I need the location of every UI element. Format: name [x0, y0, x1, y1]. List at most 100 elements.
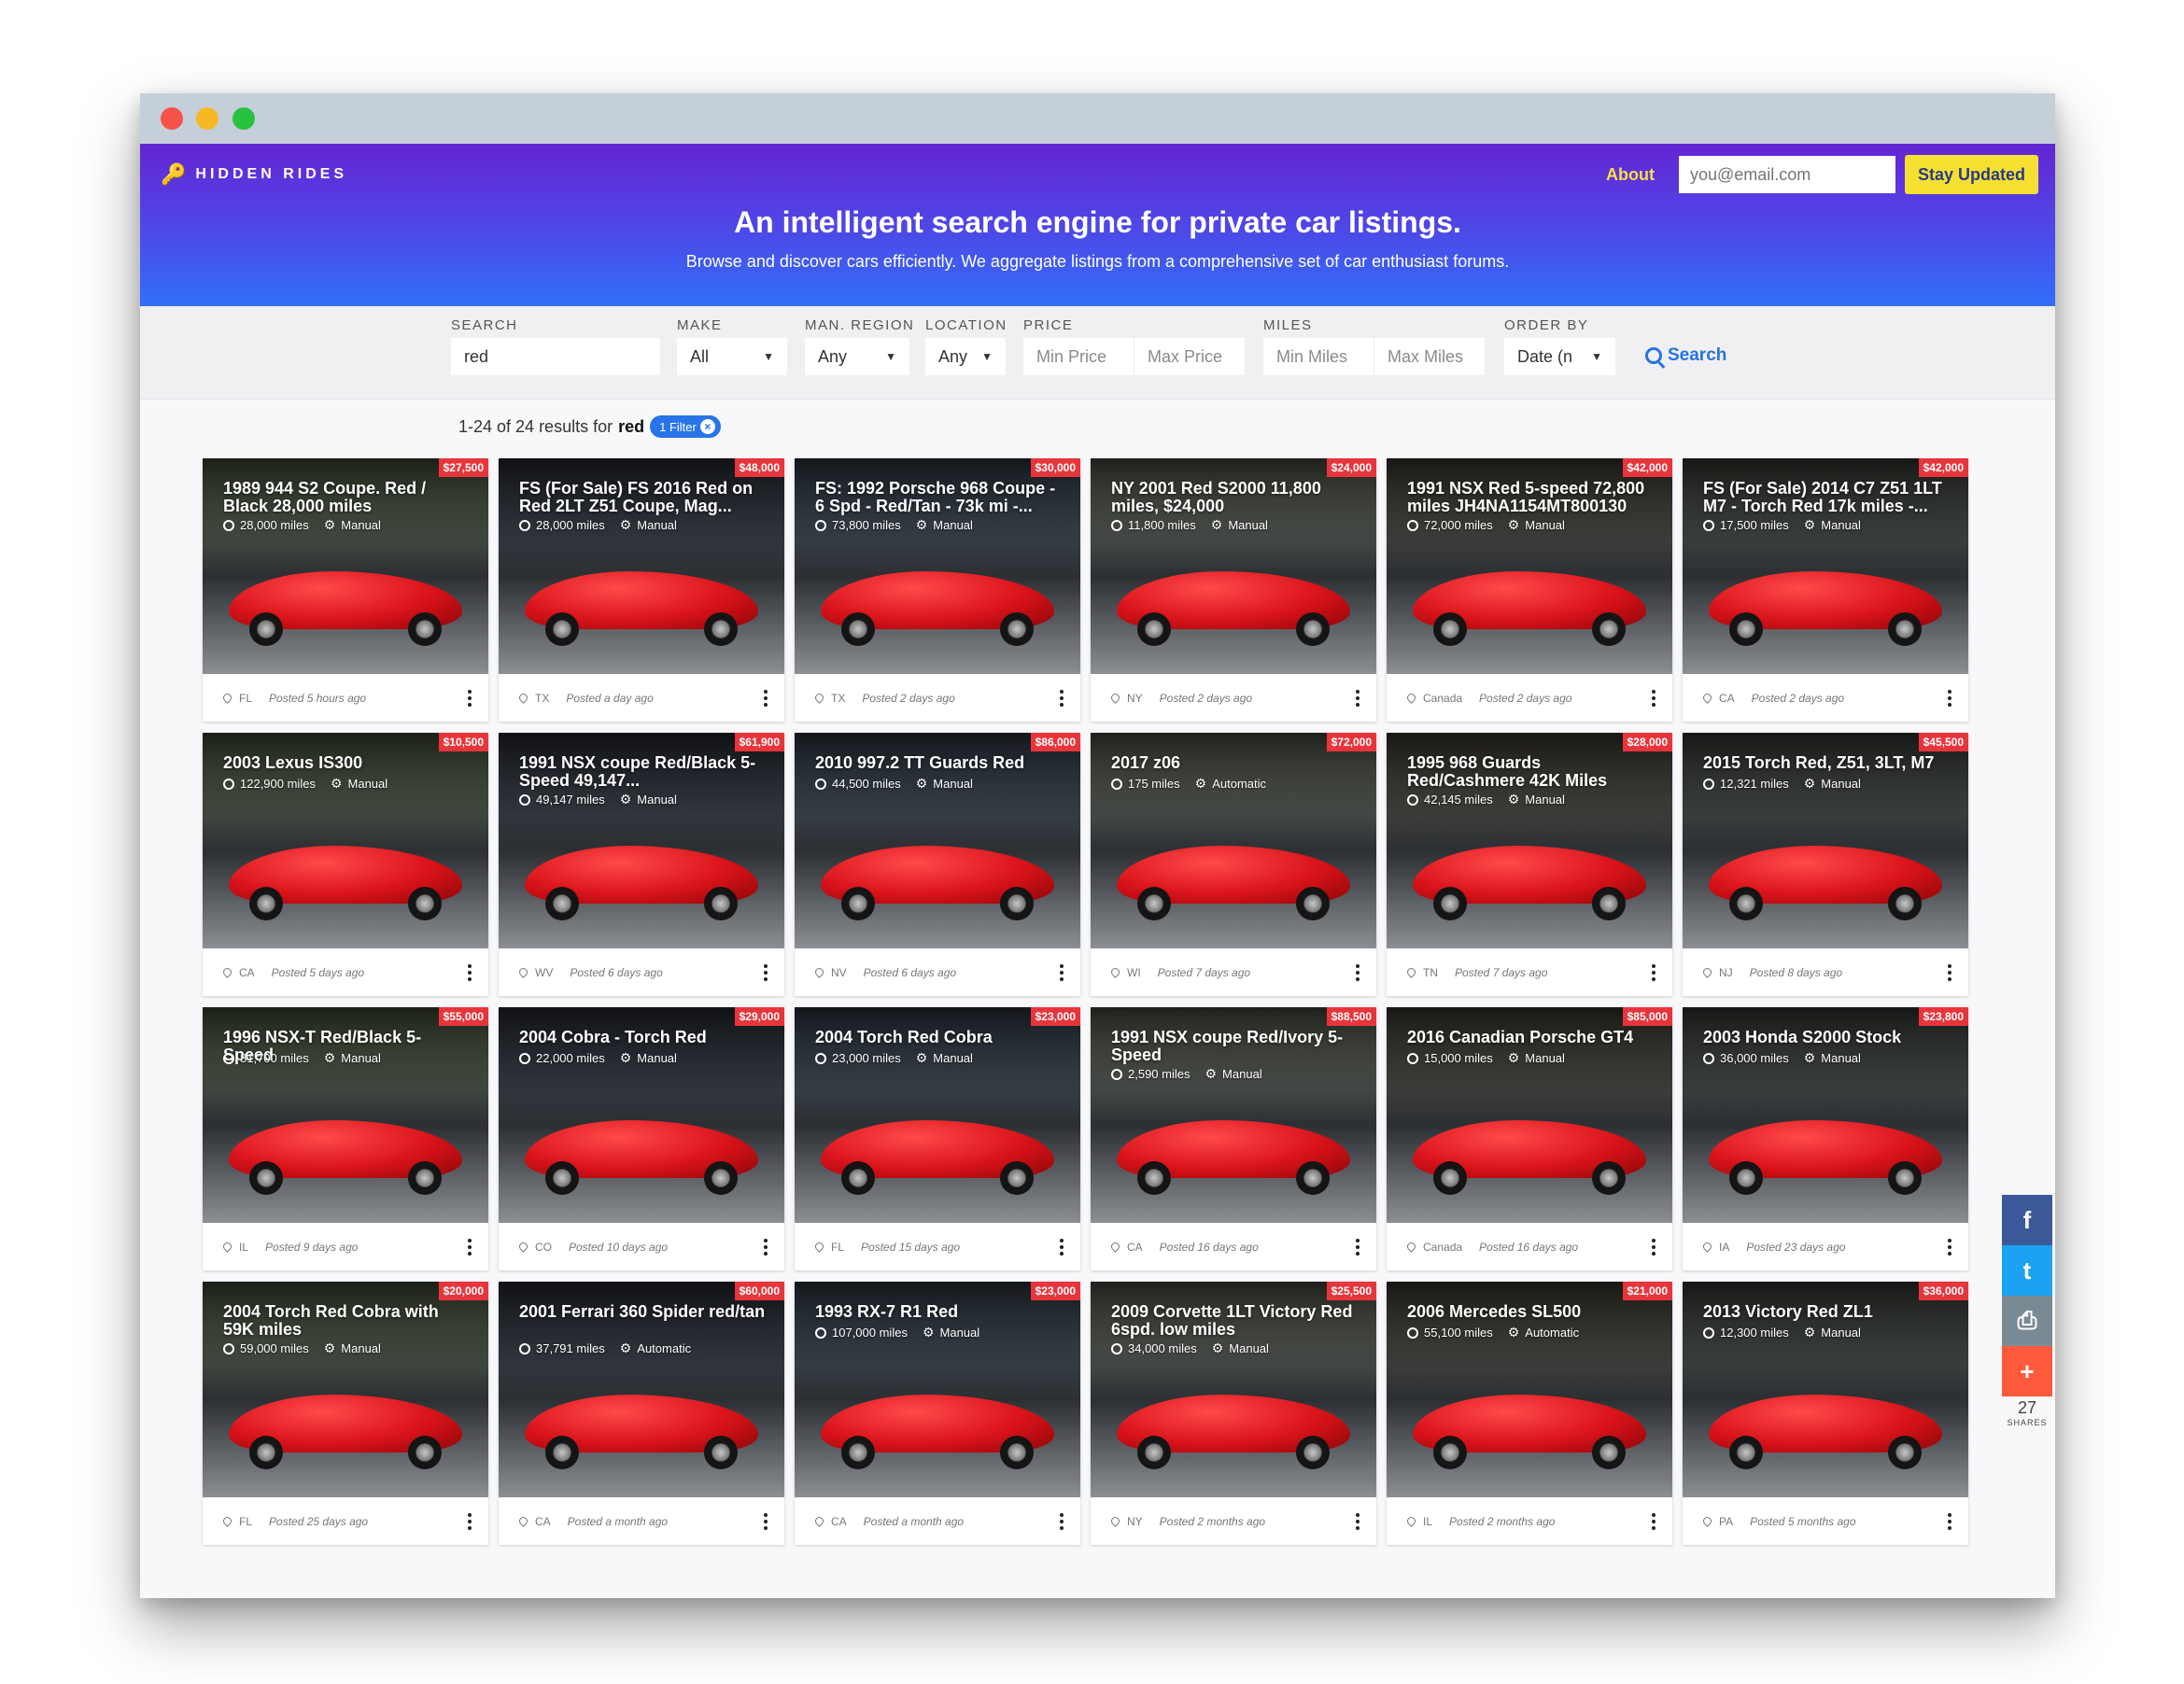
listing-photo[interactable]: $10,500 2003 Lexus IS300 122,900 miles ⚙… — [203, 733, 488, 948]
listing-photo[interactable]: $48,000 FS (For Sale) FS 2016 Red on Red… — [499, 458, 784, 674]
more-options-icon[interactable] — [1356, 1513, 1360, 1530]
listing-title[interactable]: 1993 RX-7 R1 Red — [815, 1303, 1064, 1321]
listing-title[interactable]: FS: 1992 Porsche 968 Coupe - 6 Spd - Red… — [815, 480, 1064, 515]
listing-card[interactable]: $21,000 2006 Mercedes SL500 55,100 miles… — [1387, 1282, 1672, 1545]
listing-card[interactable]: $42,000 1991 NSX Red 5-speed 72,800 mile… — [1387, 458, 1672, 722]
listing-card[interactable]: $23,800 2003 Honda S2000 Stock 36,000 mi… — [1683, 1007, 1968, 1270]
listing-photo[interactable]: $29,000 2004 Cobra - Torch Red 22,000 mi… — [499, 1007, 784, 1223]
location-select[interactable]: Any ▼ — [925, 338, 1006, 375]
listing-photo[interactable]: $23,000 2004 Torch Red Cobra 23,000 mile… — [795, 1007, 1080, 1223]
listing-title[interactable]: 2015 Torch Red, Z51, 3LT, M7 — [1703, 754, 1952, 772]
region-select[interactable]: Any ▼ — [805, 338, 909, 375]
listing-card[interactable]: $48,000 FS (For Sale) FS 2016 Red on Red… — [499, 458, 784, 722]
listing-card[interactable]: $55,000 1996 NSX-T Red/Black 5-Speed 81,… — [203, 1007, 488, 1270]
more-options-icon[interactable] — [468, 690, 472, 707]
max-price-input[interactable]: Max Price — [1134, 338, 1246, 375]
listing-title[interactable]: FS (For Sale) FS 2016 Red on Red 2LT Z51… — [519, 480, 768, 515]
listing-title[interactable]: 1991 NSX Red 5-speed 72,800 miles JH4NA1… — [1407, 480, 1656, 515]
listing-photo[interactable]: $20,000 2004 Torch Red Cobra with 59K mi… — [203, 1282, 488, 1497]
close-window-button[interactable] — [161, 107, 183, 130]
listing-photo[interactable]: $42,000 FS (For Sale) 2014 C7 Z51 1LT M7… — [1683, 458, 1968, 674]
listing-title[interactable]: 2013 Victory Red ZL1 — [1703, 1303, 1952, 1321]
listing-title[interactable]: 2004 Torch Red Cobra — [815, 1029, 1064, 1046]
close-icon[interactable]: × — [699, 419, 715, 434]
listing-card[interactable]: $42,000 FS (For Sale) 2014 C7 Z51 1LT M7… — [1683, 458, 1968, 722]
listing-photo[interactable]: $25,500 2009 Corvette 1LT Victory Red 6s… — [1091, 1282, 1376, 1497]
listing-title[interactable]: 2016 Canadian Porsche GT4 — [1407, 1029, 1656, 1046]
more-options-icon[interactable] — [764, 690, 768, 707]
more-options-icon[interactable] — [1356, 690, 1360, 707]
more-options-icon[interactable] — [1652, 690, 1656, 707]
more-options-icon[interactable] — [468, 964, 472, 981]
listing-photo[interactable]: $27,500 1989 944 S2 Coupe. Red / Black 2… — [203, 458, 488, 674]
order-select[interactable]: Date (n ▼ — [1504, 338, 1615, 375]
listing-card[interactable]: $45,500 2015 Torch Red, Z51, 3LT, M7 12,… — [1683, 733, 1968, 996]
listing-title[interactable]: 1991 NSX coupe Red/Black 5-Speed 49,147.… — [519, 754, 768, 790]
listing-photo[interactable]: $72,000 2017 z06 175 miles ⚙ Automatic — [1091, 733, 1376, 948]
listing-photo[interactable]: $23,800 2003 Honda S2000 Stock 36,000 mi… — [1683, 1007, 1968, 1223]
listing-title[interactable]: NY 2001 Red S2000 11,800 miles, $24,000 — [1111, 480, 1360, 515]
listing-card[interactable]: $23,000 2004 Torch Red Cobra 23,000 mile… — [795, 1007, 1080, 1270]
more-options-icon[interactable] — [764, 1513, 768, 1530]
minimize-window-button[interactable] — [196, 107, 218, 130]
make-select[interactable]: All ▼ — [677, 338, 787, 375]
more-options-icon[interactable] — [1356, 964, 1360, 981]
facebook-icon[interactable]: f — [2002, 1195, 2052, 1245]
more-options-icon[interactable] — [1948, 964, 1952, 981]
twitter-icon[interactable]: t — [2002, 1245, 2052, 1296]
listing-card[interactable]: $10,500 2003 Lexus IS300 122,900 miles ⚙… — [203, 733, 488, 996]
listing-card[interactable]: $27,500 1989 944 S2 Coupe. Red / Black 2… — [203, 458, 488, 722]
listing-photo[interactable]: $86,000 2010 997.2 TT Guards Red 44,500 … — [795, 733, 1080, 948]
listing-photo[interactable]: $21,000 2006 Mercedes SL500 55,100 miles… — [1387, 1282, 1672, 1497]
listing-photo[interactable]: $28,000 1995 968 Guards Red/Cashmere 42K… — [1387, 733, 1672, 948]
more-options-icon[interactable] — [1060, 964, 1064, 981]
listing-card[interactable]: $36,000 2013 Victory Red ZL1 12,300 mile… — [1683, 1282, 1968, 1545]
more-options-icon[interactable] — [1948, 1513, 1952, 1530]
listing-card[interactable]: $85,000 2016 Canadian Porsche GT4 15,000… — [1387, 1007, 1672, 1270]
listing-photo[interactable]: $30,000 FS: 1992 Porsche 968 Coupe - 6 S… — [795, 458, 1080, 674]
print-icon[interactable]: ⎙ — [2002, 1296, 2052, 1346]
listing-title[interactable]: 2003 Honda S2000 Stock — [1703, 1029, 1952, 1046]
more-options-icon[interactable] — [1948, 690, 1952, 707]
more-options-icon[interactable] — [1060, 1239, 1064, 1256]
more-options-icon[interactable] — [1948, 1239, 1952, 1256]
listing-photo[interactable]: $88,500 1991 NSX coupe Red/Ivory 5-Speed… — [1091, 1007, 1376, 1223]
listing-card[interactable]: $60,000 2001 Ferrari 360 Spider red/tan … — [499, 1282, 784, 1545]
more-options-icon[interactable] — [1356, 1239, 1360, 1256]
listing-card[interactable]: $24,000 NY 2001 Red S2000 11,800 miles, … — [1091, 458, 1376, 722]
more-options-icon[interactable] — [468, 1513, 472, 1530]
search-input[interactable]: red — [451, 338, 660, 375]
listing-photo[interactable]: $85,000 2016 Canadian Porsche GT4 15,000… — [1387, 1007, 1672, 1223]
more-options-icon[interactable] — [1652, 964, 1656, 981]
listing-title[interactable]: 2004 Cobra - Torch Red — [519, 1029, 768, 1046]
more-options-icon[interactable] — [764, 964, 768, 981]
email-input[interactable] — [1678, 156, 1895, 193]
listing-card[interactable]: $28,000 1995 968 Guards Red/Cashmere 42K… — [1387, 733, 1672, 996]
listing-title[interactable]: 2010 997.2 TT Guards Red — [815, 754, 1064, 772]
search-button[interactable]: Search — [1645, 345, 1726, 366]
listing-title[interactable]: FS (For Sale) 2014 C7 Z51 1LT M7 - Torch… — [1703, 480, 1952, 515]
listing-card[interactable]: $88,500 1991 NSX coupe Red/Ivory 5-Speed… — [1091, 1007, 1376, 1270]
listing-title[interactable]: 1991 NSX coupe Red/Ivory 5-Speed — [1111, 1029, 1360, 1064]
stay-updated-button[interactable]: Stay Updated — [1904, 155, 2038, 194]
listing-title[interactable]: 1995 968 Guards Red/Cashmere 42K Miles — [1407, 754, 1656, 790]
more-options-icon[interactable] — [1060, 690, 1064, 707]
maximize-window-button[interactable] — [232, 107, 255, 130]
listing-card[interactable]: $72,000 2017 z06 175 miles ⚙ Automatic W… — [1091, 733, 1376, 996]
listing-title[interactable]: 1989 944 S2 Coupe. Red / Black 28,000 mi… — [223, 480, 472, 515]
max-miles-input[interactable]: Max Miles — [1374, 338, 1486, 375]
listing-card[interactable]: $25,500 2009 Corvette 1LT Victory Red 6s… — [1091, 1282, 1376, 1545]
listing-card[interactable]: $20,000 2004 Torch Red Cobra with 59K mi… — [203, 1282, 488, 1545]
min-price-input[interactable]: Min Price — [1023, 338, 1134, 375]
listing-photo[interactable]: $36,000 2013 Victory Red ZL1 12,300 mile… — [1683, 1282, 1968, 1497]
listing-photo[interactable]: $61,900 1991 NSX coupe Red/Black 5-Speed… — [499, 733, 784, 948]
listing-title[interactable]: 2009 Corvette 1LT Victory Red 6spd. low … — [1111, 1303, 1360, 1339]
listing-photo[interactable]: $45,500 2015 Torch Red, Z51, 3LT, M7 12,… — [1683, 733, 1968, 948]
more-options-icon[interactable] — [468, 1239, 472, 1256]
min-miles-input[interactable]: Min Miles — [1263, 338, 1374, 375]
listing-photo[interactable]: $55,000 1996 NSX-T Red/Black 5-Speed 81,… — [203, 1007, 488, 1223]
listing-card[interactable]: $86,000 2010 997.2 TT Guards Red 44,500 … — [795, 733, 1080, 996]
plus-icon[interactable]: + — [2002, 1346, 2052, 1396]
more-options-icon[interactable] — [1060, 1513, 1064, 1530]
listing-title[interactable]: 2001 Ferrari 360 Spider red/tan — [519, 1303, 768, 1321]
